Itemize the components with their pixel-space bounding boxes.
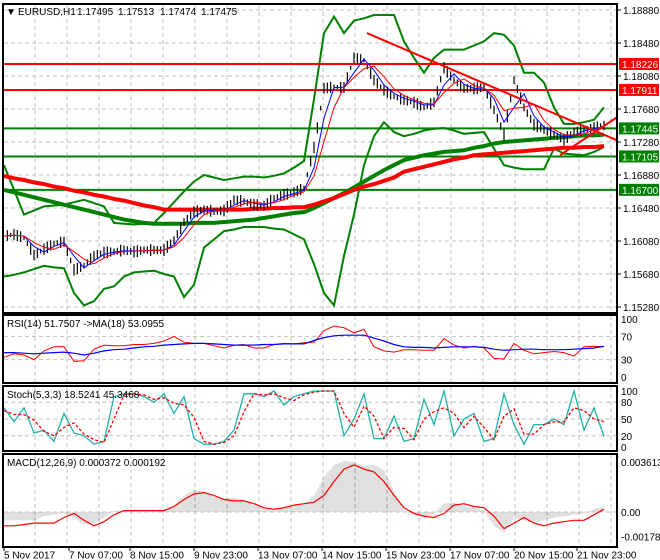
time-tick-label: 21 Nov 23:00 [577,550,637,560]
slow-ma-green [3,132,605,226]
macd-tick-label: 0.003613 [621,458,660,469]
high-price: 1.17513 [118,7,155,18]
stochastic-tick-label: 100 [621,387,638,398]
symbol-label: EURUSD,H1 [18,7,76,18]
price-level-label: 1.16700 [622,186,659,197]
close-price: 1.17475 [201,7,238,18]
price-tick-label: 1.16880 [623,171,660,182]
macd-tick-label: 0.00 [621,508,641,519]
price-tick-label: 1.17280 [623,138,660,149]
stochastic-tick-label: 50 [621,415,633,426]
time-tick-label: 5 Nov 2017 [4,550,56,560]
price-tick-label: 1.15680 [623,270,660,281]
trading-chart-window[interactable]: 1.18880 1.18480 1.18080 1.17680 1.17280 1.168… [0,0,660,560]
price-tick-label: 1.18080 [623,72,660,83]
time-tick-label: 13 Nov 07:00 [258,550,318,560]
price-tick-label: 1.18880 [623,6,660,17]
time-tick-label: 20 Nov 15:00 [514,550,574,560]
price-level-label: 1.17445 [622,124,659,135]
stochastic-tick-label: 0 [621,443,627,454]
rsi-tick-label: 30 [621,356,633,367]
stochastic-tick-label: 80 [621,398,633,409]
price-tick-label: 1.16080 [623,237,660,248]
rsi-tick-label: 70 [621,332,633,343]
macd-panel[interactable] [3,460,605,533]
time-tick-label: 17 Nov 07:00 [450,550,510,560]
price-tick-label: 1.16480 [623,204,660,215]
price-panel[interactable] [3,14,618,308]
price-panel-frame [2,3,618,314]
low-price: 1.17474 [160,7,197,18]
time-tick-label: 8 Nov 15:00 [130,550,184,560]
time-tick-label: 15 Nov 23:00 [386,550,446,560]
time-tick-label: 9 Nov 23:00 [194,550,248,560]
price-level-label: 1.18226 [622,60,659,71]
stochastic-tick-label: 20 [621,432,633,443]
price-tick-label: 1.17680 [623,105,660,116]
rsi-label: RSI(14) 51.7507 ->MA(18) 53.0955 [7,319,164,330]
chart-header: ▼ EURUSD,H1 1.17495 1.17513 1.17474 1.17… [6,7,238,18]
rsi-tick-label: 100 [621,315,638,326]
rsi-tick-label: 0 [621,373,627,384]
price-tick-label: 1.18480 [623,39,660,50]
stochastic-label: Stoch(5,3,3) 18.5241 45.3468 [7,390,140,401]
rsi-panel[interactable] [3,325,605,362]
time-tick-label: 7 Nov 07:00 [69,550,123,560]
price-level-label: 1.17105 [622,152,659,163]
dropdown-arrow-icon[interactable]: ▼ [6,7,16,18]
price-level-label: 1.17911 [622,86,658,97]
macd-label: MACD(12,26,9) 0.000372 0.000192 [7,458,166,469]
chart-canvas[interactable]: 1.18880 1.18480 1.18080 1.17680 1.17280 1.168… [0,0,660,560]
rsi-ma-line [4,334,605,356]
open-price: 1.17495 [77,7,114,18]
time-tick-label: 14 Nov 15:00 [322,550,382,560]
price-tick-label: 1.15280 [623,303,660,314]
macd-tick-label: -0.001788 [621,533,660,544]
